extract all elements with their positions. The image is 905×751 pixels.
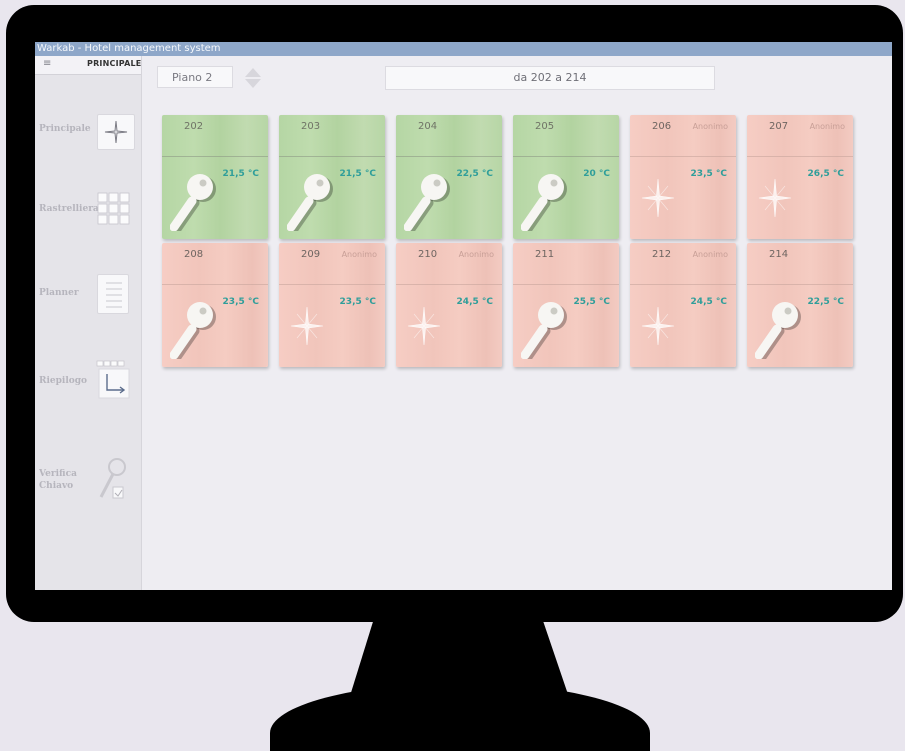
guest-name: Anonimo — [341, 250, 377, 259]
divider — [630, 284, 736, 285]
key-icon — [169, 299, 216, 362]
sidebar-header: ≡ PRINCIPALE — [35, 56, 141, 75]
room-tile[interactable]: 214 22,5 °C — [747, 243, 853, 367]
room-temperature: 26,5 °C — [807, 169, 844, 179]
guest-name: Anonimo — [692, 250, 728, 259]
room-tile[interactable]: 205 20 °C — [513, 115, 619, 239]
divider — [747, 284, 853, 285]
room-tile[interactable]: 207 Anonimo 26,5 °C — [747, 115, 853, 239]
app-window: Warkab - Hotel management system ≡ PRINC… — [35, 42, 892, 590]
divider — [279, 156, 385, 157]
room-number: 210 — [418, 249, 438, 260]
sparkle-icon — [287, 301, 327, 351]
summary-arrow-icon — [95, 360, 131, 399]
window-title: Warkab - Hotel management system — [35, 42, 892, 56]
room-temperature: 23,5 °C — [222, 297, 259, 307]
list-icon — [97, 274, 129, 314]
room-temperature: 23,5 °C — [690, 169, 727, 179]
divider — [162, 284, 268, 285]
sparkle-icon — [97, 114, 135, 150]
room-number: 208 — [184, 249, 204, 260]
floor-toolbar: Piano 2 da 202 a 214 — [141, 56, 892, 96]
divider — [630, 156, 736, 157]
grid-icon — [97, 192, 133, 226]
room-temperature: 25,5 °C — [573, 297, 610, 307]
room-temperature: 21,5 °C — [222, 169, 259, 179]
room-number: 206 — [652, 121, 672, 132]
sidebar-item-principale[interactable]: Principale — [35, 86, 141, 164]
sidebar-item-rastrelliera[interactable]: Rastrelliera — [35, 166, 141, 244]
room-temperature: 23,5 °C — [339, 297, 376, 307]
floor-selector[interactable]: Piano 2 — [157, 66, 233, 88]
room-tile[interactable]: 203 21,5 °C — [279, 115, 385, 239]
sparkle-icon — [638, 173, 678, 223]
room-number: 203 — [301, 121, 321, 132]
sidebar-item-label: Rastrelliera — [39, 204, 99, 214]
sparkle-icon — [638, 301, 678, 351]
room-tile[interactable]: 210 Anonimo 24,5 °C — [396, 243, 502, 367]
room-number: 205 — [535, 121, 555, 132]
divider — [396, 284, 502, 285]
sparkle-icon — [755, 173, 795, 223]
key-check-icon — [95, 457, 129, 503]
sidebar-header-label: PRINCIPALE — [87, 59, 142, 68]
sparkle-icon — [404, 301, 444, 351]
sidebar-item-planner[interactable]: Planner — [35, 256, 141, 334]
room-number: 211 — [535, 249, 555, 260]
divider — [747, 156, 853, 157]
sidebar-item-label: Riepilogo — [39, 376, 88, 386]
room-number: 207 — [769, 121, 789, 132]
sidebar-item-label: Planner — [39, 288, 79, 298]
room-tile[interactable]: 208 23,5 °C — [162, 243, 268, 367]
room-temperature: 24,5 °C — [456, 297, 493, 307]
room-tile[interactable]: 209 Anonimo 23,5 °C — [279, 243, 385, 367]
room-tile[interactable]: 202 21,5 °C — [162, 115, 268, 239]
key-icon — [520, 171, 567, 234]
key-icon — [286, 171, 333, 234]
sidebar-item-label-2: Chiavo — [39, 481, 74, 491]
room-tile[interactable]: 206 Anonimo 23,5 °C — [630, 115, 736, 239]
room-number: 214 — [769, 249, 789, 260]
divider — [513, 156, 619, 157]
key-icon — [754, 299, 801, 362]
sidebar-item-riepilogo[interactable]: Riepilogo — [35, 346, 141, 424]
divider — [279, 284, 385, 285]
sidebar-item-label: Verifica — [39, 469, 77, 479]
divider — [513, 284, 619, 285]
sidebar-item-label: Principale — [39, 124, 91, 134]
room-number: 212 — [652, 249, 672, 260]
divider — [162, 156, 268, 157]
room-temperature: 24,5 °C — [690, 297, 727, 307]
room-tile[interactable]: 204 22,5 °C — [396, 115, 502, 239]
room-range-label: da 202 a 214 — [385, 66, 715, 90]
key-icon — [520, 299, 567, 362]
key-icon — [169, 171, 216, 234]
room-temperature: 20 °C — [583, 169, 610, 179]
floor-spinner-icon[interactable] — [242, 66, 264, 90]
room-number: 209 — [301, 249, 321, 260]
key-icon — [403, 171, 450, 234]
room-temperature: 22,5 °C — [807, 297, 844, 307]
guest-name: Anonimo — [458, 250, 494, 259]
room-temperature: 21,5 °C — [339, 169, 376, 179]
sidebar-item-verifica-chiavo[interactable]: Verifica Chiavo — [35, 441, 141, 519]
room-number: 204 — [418, 121, 438, 132]
room-temperature: 22,5 °C — [456, 169, 493, 179]
guest-name: Anonimo — [692, 122, 728, 131]
hamburger-icon[interactable]: ≡ — [43, 58, 51, 69]
divider — [396, 156, 502, 157]
room-tile[interactable]: 212 Anonimo 24,5 °C — [630, 243, 736, 367]
room-number: 202 — [184, 121, 204, 132]
sidebar: ≡ PRINCIPALE Principale Rastrelliera Pla… — [35, 56, 142, 590]
room-tile[interactable]: 211 25,5 °C — [513, 243, 619, 367]
guest-name: Anonimo — [809, 122, 845, 131]
